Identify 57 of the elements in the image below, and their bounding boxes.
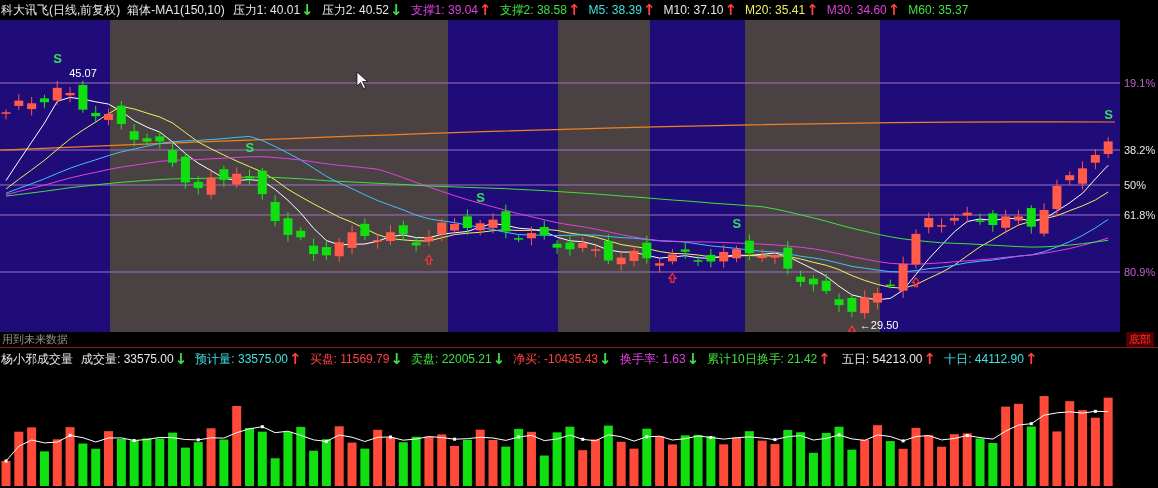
pointer-cursor-icon xyxy=(356,71,368,89)
indicator-value: M20: 35.41 xyxy=(745,3,806,17)
trend-arrow: ↑ xyxy=(818,351,831,367)
up-arrow-icon xyxy=(911,276,921,288)
trend-arrow: ↑ xyxy=(887,2,901,18)
up-arrow-icon xyxy=(424,254,434,265)
indicator-value: 十日: 44112.90 xyxy=(944,350,1024,368)
trend-arrow: ↑ xyxy=(567,2,581,18)
sell-signal-mark: S xyxy=(1104,107,1113,123)
chart-note: 用到未来数据 xyxy=(2,332,68,347)
indicator-value: 压力2: 40.52 xyxy=(321,1,390,19)
indicator-value: M5: 38.39 xyxy=(588,3,642,17)
trend-arrow: ↓ xyxy=(390,2,403,18)
axis-label: 61.8% xyxy=(1124,209,1156,221)
axis-label: 80.9% xyxy=(1124,266,1156,278)
trend-arrow: ↑ xyxy=(724,2,738,18)
volume-title: 杨小邪成交量 xyxy=(1,350,73,368)
indicator-value: 支撑1: 39.04 xyxy=(410,1,478,19)
indicator-value: 累计10日换手: 21.42 xyxy=(707,350,818,368)
bottom-label: 底部 xyxy=(1126,332,1154,347)
trend-arrow: ↓ xyxy=(301,2,314,18)
trend-arrow: ↑ xyxy=(923,351,937,367)
axis-label: 38.2% xyxy=(1124,144,1156,156)
indicator-value: 预计量: 33575.00 xyxy=(195,350,288,368)
indicator-value: 支撑2: 38.58 xyxy=(499,1,567,19)
indicator-value: M60: 35.37 xyxy=(908,3,969,17)
trend-arrow: ↑ xyxy=(806,2,819,18)
low-price-label: ←29.50 xyxy=(859,319,899,332)
indicator-value: 买盘: 11569.79 xyxy=(309,350,390,368)
axis-label: 19.1% xyxy=(1124,77,1156,89)
indicator-value: 五日: 54213.00 xyxy=(841,350,923,368)
indicator-value: M10: 37.10 xyxy=(663,3,724,17)
up-arrow-icon xyxy=(667,272,678,284)
up-arrow-icon xyxy=(847,325,857,332)
sell-signal-mark: S xyxy=(245,139,255,155)
sell-signal-mark: S xyxy=(732,215,742,231)
trend-arrow: ↑ xyxy=(479,2,492,18)
sell-signal-mark: S xyxy=(476,189,485,205)
trend-arrow: ↓ xyxy=(174,351,188,367)
axis-label: 50% xyxy=(1124,179,1147,191)
trend-arrow: ↑ xyxy=(642,2,656,18)
indicator-name: 箱体-MA1(150,10) xyxy=(127,1,225,19)
trend-arrow: ↓ xyxy=(686,351,700,367)
indicator-value: 压力1: 40.01 xyxy=(232,1,301,19)
trend-arrow: ↑ xyxy=(1024,351,1038,367)
trend-arrow: ↓ xyxy=(492,351,506,367)
indicator-value: 换手率: 1.63 xyxy=(619,350,686,368)
stock-title: 科大讯飞(日线,前复权) xyxy=(1,1,121,19)
trend-arrow: ↑ xyxy=(289,351,302,367)
high-price-label: 45.07 xyxy=(69,66,97,79)
trend-arrow: ↓ xyxy=(599,351,612,367)
trend-arrow: ↓ xyxy=(390,351,403,367)
indicator-value: 卖盘: 22005.21 xyxy=(411,350,492,368)
indicator-value: 净买: -10435.43 xyxy=(513,350,598,368)
indicator-value: 成交量: 33575.00 xyxy=(81,350,174,368)
sell-signal-mark: S xyxy=(53,50,62,66)
indicator-value: M30: 34.60 xyxy=(826,3,887,17)
